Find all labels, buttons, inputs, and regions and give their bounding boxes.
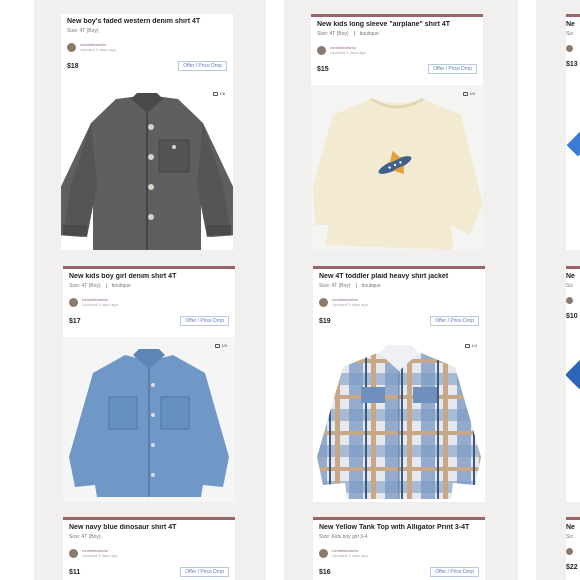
listing-card[interactable]: New boy's faded western denim shirt 4T S… xyxy=(61,14,233,250)
updated-time: Updated 5 days ago xyxy=(332,553,368,558)
photo-count: 1/5 xyxy=(215,343,227,348)
listing-brand[interactable]: boutique xyxy=(362,283,381,289)
listing-title[interactable]: New Yellow Tank Top with Alligator Print… xyxy=(319,524,479,531)
updated-time: Updated 5 days ago xyxy=(80,47,116,52)
updated-time: Updated 5 days ago xyxy=(332,302,368,307)
listing-price: $13 xyxy=(566,61,578,68)
photos-icon xyxy=(463,91,469,96)
listing-title[interactable]: Ne xyxy=(566,273,580,280)
listing-title[interactable]: Ne xyxy=(566,21,580,28)
listing-size: Siz xyxy=(566,534,573,540)
listing-card[interactable]: New Yellow Tank Top with Alligator Print… xyxy=(313,517,485,580)
avatar[interactable] xyxy=(67,42,76,52)
listing-size: Siz xyxy=(566,31,573,37)
seller-info[interactable]: ronniebluewho Updated 5 days ago xyxy=(319,297,479,307)
listing-price: $18 xyxy=(67,62,79,70)
listing-size: Size: 4T (Boy) boutique xyxy=(319,283,381,289)
listing-card[interactable]: New kids long sleeve "airplane" shirt 4T… xyxy=(311,14,483,250)
cream-airplane-shirt-photo[interactable]: 1/4 xyxy=(311,85,483,250)
listing-brand[interactable]: boutique xyxy=(112,283,131,289)
seller-info[interactable]: ronniebluewho Updated 5 days ago xyxy=(317,45,477,55)
listing-size: Siz xyxy=(566,283,573,289)
listing-title[interactable]: New kids boy girl denim shirt 4T xyxy=(69,273,229,280)
listing-price: $10 xyxy=(566,313,578,320)
listing-card-partial[interactable]: Ne Siz $10 xyxy=(566,266,580,502)
avatar[interactable] xyxy=(69,548,78,558)
listing-title[interactable]: New kids long sleeve "airplane" shirt 4T xyxy=(317,21,477,28)
photo-count: 1/6 xyxy=(213,91,225,96)
listing-card[interactable]: New 4T toddler plaid heavy shirt jacket … xyxy=(313,266,485,502)
listing-card-partial[interactable]: Ne Siz $22 xyxy=(566,517,580,580)
listing-price: $19 xyxy=(319,317,331,325)
gray-denim-shirt-photo[interactable]: 1/6 xyxy=(61,85,233,250)
listing-price: $17 xyxy=(69,317,81,325)
card-accent-bar xyxy=(63,266,235,269)
photos-icon xyxy=(213,91,219,96)
avatar[interactable] xyxy=(319,297,328,307)
listing-size: Size: 4T (Boy) xyxy=(69,534,101,540)
listing-price: $15 xyxy=(317,65,329,73)
photos-icon xyxy=(215,343,221,348)
card-accent-bar xyxy=(311,14,483,17)
updated-time: Updated 5 days ago xyxy=(82,302,118,307)
card-accent-bar xyxy=(63,517,235,520)
card-accent-bar xyxy=(313,266,485,269)
avatar[interactable] xyxy=(69,297,78,307)
listing-size: Size: 4T (Boy) xyxy=(67,28,99,34)
blue-item-photo[interactable] xyxy=(566,129,580,157)
seller-info[interactable]: ronniebluewho Updated 5 days ago xyxy=(69,297,229,307)
card-accent-bar xyxy=(566,14,580,17)
listing-size: Size: Kids boy girl 3-4 xyxy=(319,534,368,540)
listing-card-partial[interactable]: Ne Siz $13 xyxy=(566,14,580,250)
listing-brand[interactable]: boutique xyxy=(360,31,379,37)
avatar[interactable] xyxy=(566,45,573,52)
card-accent-bar xyxy=(566,517,580,520)
updated-time: Updated 5 days ago xyxy=(330,50,366,55)
offer-price-drop-badge[interactable]: Offer / Price Drop xyxy=(430,567,479,577)
seller-info[interactable]: ronniebluewho Updated 5 days ago xyxy=(67,42,227,52)
blue-item-photo[interactable] xyxy=(566,355,580,389)
listing-card[interactable]: New navy blue dinosaur shirt 4T Size: 4T… xyxy=(63,517,235,580)
avatar[interactable] xyxy=(566,548,573,555)
avatar[interactable] xyxy=(319,548,328,558)
card-accent-bar xyxy=(313,517,485,520)
listing-size: Size: 4T (Boy) boutique xyxy=(69,283,131,289)
seller-info[interactable]: ronniebluewho Updated 5 days ago xyxy=(69,548,229,558)
offer-price-drop-badge[interactable]: Offer / Price Drop xyxy=(180,316,229,326)
avatar[interactable] xyxy=(566,297,573,304)
seller-info[interactable]: ronniebluewho Updated 5 days ago xyxy=(319,548,479,558)
offer-price-drop-badge[interactable]: Offer / Price Drop xyxy=(428,64,477,74)
listing-price: $16 xyxy=(319,568,331,576)
listing-card[interactable]: New kids boy girl denim shirt 4T Size: 4… xyxy=(63,266,235,502)
updated-time: Updated 5 days ago xyxy=(82,553,118,558)
card-accent-bar xyxy=(566,266,580,269)
listing-price: $22 xyxy=(566,564,578,571)
listing-size: Size: 4T (Boy) boutique xyxy=(317,31,379,37)
photos-icon xyxy=(465,343,471,348)
plaid-shirt-jacket-photo[interactable]: 1/4 xyxy=(313,337,485,502)
avatar[interactable] xyxy=(317,45,326,55)
photo-count: 1/4 xyxy=(465,343,477,348)
offer-price-drop-badge[interactable]: Offer / Price Drop xyxy=(180,567,229,577)
listing-price: $11 xyxy=(69,568,81,576)
listing-title[interactable]: New boy's faded western denim shirt 4T xyxy=(67,18,227,25)
blue-denim-shirt-photo[interactable]: 1/5 xyxy=(63,337,235,502)
offer-price-drop-badge[interactable]: Offer / Price Drop xyxy=(178,61,227,71)
listing-title[interactable]: Ne xyxy=(566,524,580,531)
listing-title[interactable]: New navy blue dinosaur shirt 4T xyxy=(69,524,229,531)
photo-count: 1/4 xyxy=(463,91,475,96)
offer-price-drop-badge[interactable]: Offer / Price Drop xyxy=(430,316,479,326)
listing-title[interactable]: New 4T toddler plaid heavy shirt jacket xyxy=(319,273,479,280)
